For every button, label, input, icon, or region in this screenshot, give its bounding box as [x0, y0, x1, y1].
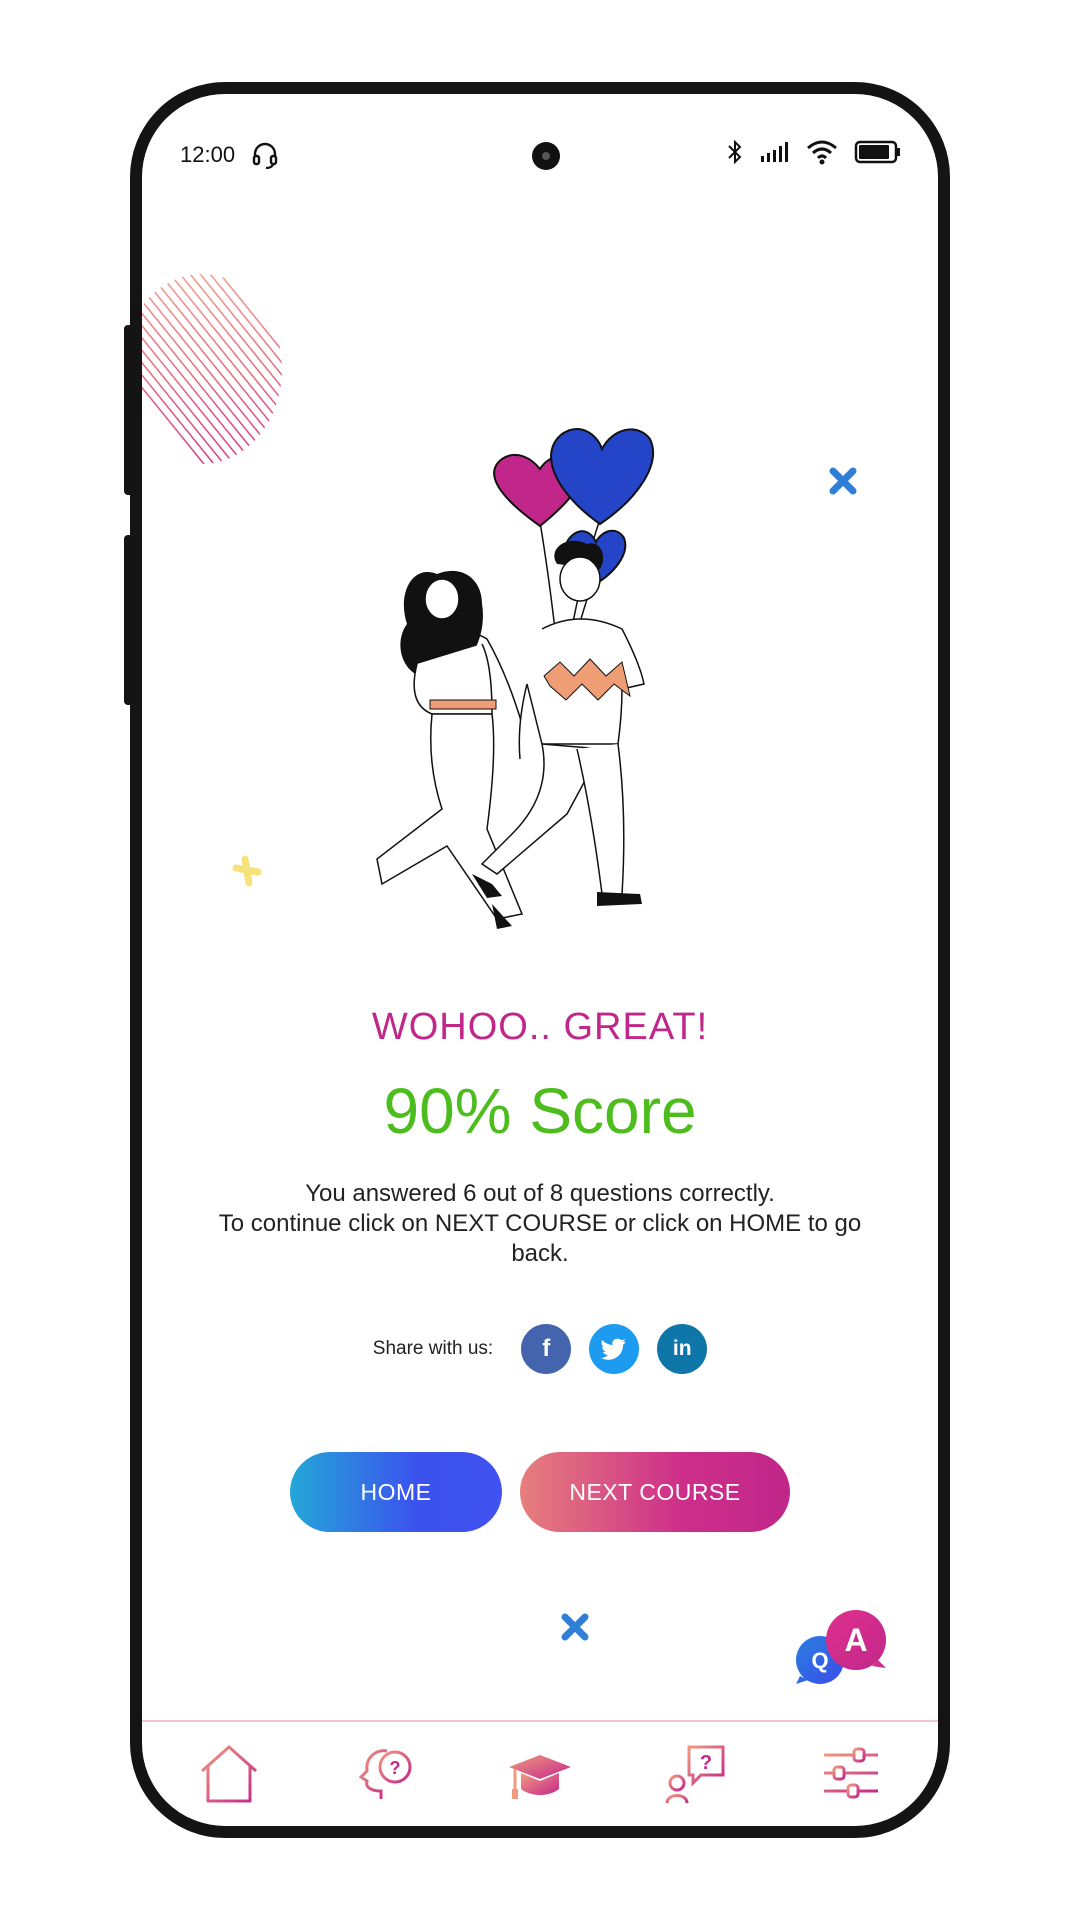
couple-with-balloons-illustration: [376, 428, 655, 929]
result-headline: WOHOO.. GREAT!: [371, 1006, 709, 1048]
twitter-bird-glyph: [601, 1338, 627, 1360]
bluetooth-icon: [728, 139, 742, 165]
decorative-cross-yellow: [232, 855, 262, 887]
quiz-head-icon[interactable]: ?: [351, 1741, 417, 1807]
battery-icon: [854, 140, 900, 164]
signal-icon: [761, 142, 788, 162]
settings-sliders-icon[interactable]: [818, 1741, 884, 1807]
front-camera: [532, 142, 560, 170]
headset-icon: [252, 142, 278, 170]
svg-text:?: ?: [389, 1758, 400, 1778]
status-bar: 12:00: [142, 134, 938, 174]
facebook-icon[interactable]: f: [521, 1324, 572, 1374]
qa-chat-icon[interactable]: Q A: [794, 1610, 894, 1686]
decorative-cross-blue-bottom: [561, 1613, 589, 1641]
graduation-cap-icon[interactable]: [505, 1741, 575, 1807]
home-icon[interactable]: [196, 1741, 262, 1807]
share-row: Share with us: f in: [142, 1324, 938, 1374]
svg-text:?: ?: [700, 1752, 712, 1774]
phone-frame: 12:00 WOHOO.. GREAT! 90% Score You answe…: [130, 82, 950, 1838]
status-time: 12:00: [180, 142, 236, 167]
svg-text:Q: Q: [811, 1648, 828, 1673]
action-buttons: HOME NEXT COURSE: [142, 1452, 938, 1532]
linkedin-glyph: in: [672, 1337, 692, 1360]
bottom-nav: ? ?: [142, 1734, 938, 1814]
ask-question-icon[interactable]: ?: [663, 1741, 729, 1807]
result-description-line1: You answered 6 out of 8 questions correc…: [305, 1180, 775, 1207]
linkedin-icon[interactable]: in: [657, 1324, 708, 1374]
status-icons: [726, 138, 902, 166]
twitter-icon[interactable]: [589, 1324, 640, 1374]
facebook-glyph: f: [542, 1335, 551, 1362]
bottom-nav-divider: [142, 1720, 938, 1722]
share-label: Share with us:: [372, 1338, 494, 1359]
svg-text:A: A: [844, 1622, 867, 1658]
decorative-cross-blue-top: [829, 467, 857, 495]
score-value: 90% Score: [383, 1075, 697, 1147]
wifi-icon: [807, 140, 837, 165]
decorative-hatched-circle: [142, 274, 282, 464]
result-description: You answered 6 out of 8 questions correc…: [192, 1179, 888, 1269]
next-course-button[interactable]: NEXT COURSE: [520, 1452, 790, 1532]
result-description-line2: To continue click on NEXT COURSE or clic…: [218, 1210, 862, 1267]
home-button[interactable]: HOME: [290, 1452, 502, 1532]
